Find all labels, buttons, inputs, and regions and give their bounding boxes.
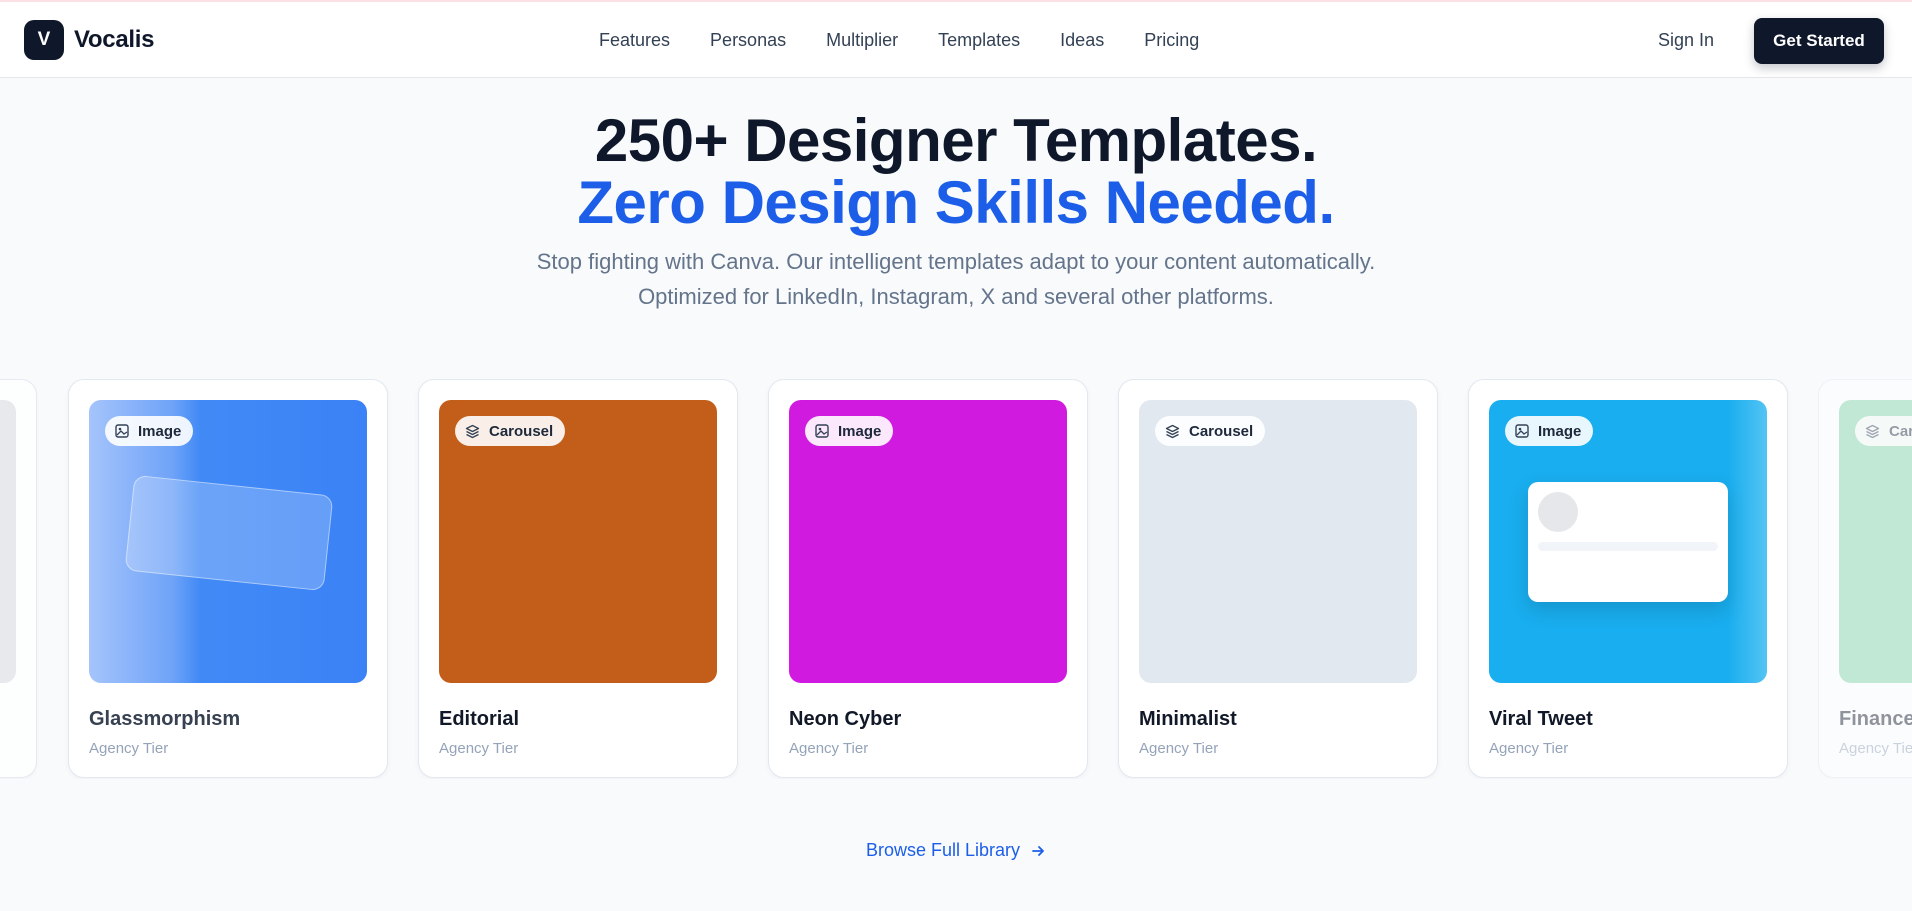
template-card-minimalist[interactable]: Carousel Minimalist Agency Tier <box>1118 379 1438 778</box>
image-icon <box>815 424 829 438</box>
hero-title: 250+ Designer Templates. <box>594 107 1318 174</box>
type-badge: Carousel <box>1855 416 1912 446</box>
type-badge: Carousel <box>1155 416 1266 446</box>
template-title: Viral Tweet <box>1489 708 1593 730</box>
template-tier: Agency Tier <box>1489 740 1569 757</box>
layers-icon <box>1165 424 1180 438</box>
type-badge-label: Carousel <box>489 422 554 440</box>
nav-link-templates[interactable]: Templates <box>938 30 1020 51</box>
type-badge-label: Image <box>138 422 182 440</box>
template-title: Editorial <box>439 708 520 730</box>
sign-in-link[interactable]: Sign In <box>1658 30 1714 51</box>
browse-library-link[interactable]: Browse Full Library <box>866 840 1046 861</box>
get-started-button[interactable]: Get Started <box>1754 18 1884 64</box>
template-title: Neon Cyber <box>789 708 902 730</box>
template-tier: Agency Tier <box>789 740 869 757</box>
template-title: Glassmorphism <box>89 708 241 730</box>
nav-link-pricing[interactable]: Pricing <box>1144 30 1199 51</box>
type-badge-label: Image <box>838 422 882 440</box>
avatar <box>1538 492 1578 532</box>
logo-mark: V <box>24 20 64 60</box>
layers-icon <box>1865 424 1880 438</box>
template-card-viral-tweet[interactable]: Image Viral Tweet Agency Tier <box>1468 379 1788 778</box>
template-preview: Carousel <box>439 400 717 683</box>
template-preview: Carousel <box>1839 400 1912 683</box>
template-card-editorial[interactable]: Carousel Editorial Agency Tier <box>418 379 738 778</box>
tweet-mockup <box>1528 482 1728 602</box>
brand-logo[interactable]: V Vocalis <box>24 20 154 60</box>
layers-icon <box>465 424 480 438</box>
type-badge-label: Carousel <box>1889 422 1912 440</box>
image-icon <box>1515 424 1529 438</box>
type-badge-label: Image <box>1538 422 1582 440</box>
browse-library-link-wrap: Browse Full Library <box>0 840 1912 861</box>
nav-link-ideas[interactable]: Ideas <box>1060 30 1104 51</box>
glass-shape <box>124 474 334 592</box>
template-tier: Agency Tier <box>1839 740 1912 757</box>
nav-link-features[interactable]: Features <box>599 30 670 51</box>
template-tier: Agency Tier <box>89 740 169 757</box>
type-badge: Carousel <box>455 416 566 446</box>
template-preview: Image <box>1489 400 1767 683</box>
template-preview <box>0 400 16 683</box>
template-card-finance[interactable]: Carousel Finance Agency Tier <box>1818 379 1912 778</box>
type-badge: Image <box>1505 416 1594 446</box>
arrow-right-icon <box>1032 845 1044 856</box>
template-title: Minimalist <box>1139 708 1237 730</box>
hero-subtitle: Zero Design Skills Needed. <box>577 169 1335 236</box>
template-preview: Image <box>789 400 1067 683</box>
template-title: Finance <box>1839 708 1912 730</box>
text-placeholder-line <box>1538 542 1718 551</box>
type-badge-label: Carousel <box>1189 422 1254 440</box>
template-card-neon-cyber[interactable]: Image Neon Cyber Agency Tier <box>768 379 1088 778</box>
type-badge: Image <box>805 416 894 446</box>
nav-link-personas[interactable]: Personas <box>710 30 786 51</box>
image-icon <box>115 424 129 438</box>
hero-description: Stop fighting with Canva. Our intelligen… <box>536 249 1376 309</box>
template-card-glassmorphism[interactable]: Image Glassmorphism Agency Tier <box>68 379 388 778</box>
type-badge: Image <box>105 416 194 446</box>
main-nav: Features Personas Multiplier Templates I… <box>599 30 1239 51</box>
template-preview: Carousel <box>1139 400 1417 683</box>
brand-name: Vocalis <box>74 26 155 53</box>
template-tier: Agency Tier <box>1139 740 1219 757</box>
site-header: V Vocalis Features Personas Multiplier T… <box>0 2 1912 78</box>
browse-library-label: Browse Full Library <box>865 840 1021 860</box>
hero-section: 250+ Designer Templates. Zero Design Ski… <box>0 110 1912 314</box>
template-card-partial-left[interactable] <box>0 379 37 778</box>
nav-link-multiplier[interactable]: Multiplier <box>826 30 898 51</box>
template-preview: Image <box>89 400 367 683</box>
template-tier: Agency Tier <box>439 740 519 757</box>
template-carousel[interactable]: Image Glassmorphism Agency Tier Carousel… <box>0 379 1912 779</box>
